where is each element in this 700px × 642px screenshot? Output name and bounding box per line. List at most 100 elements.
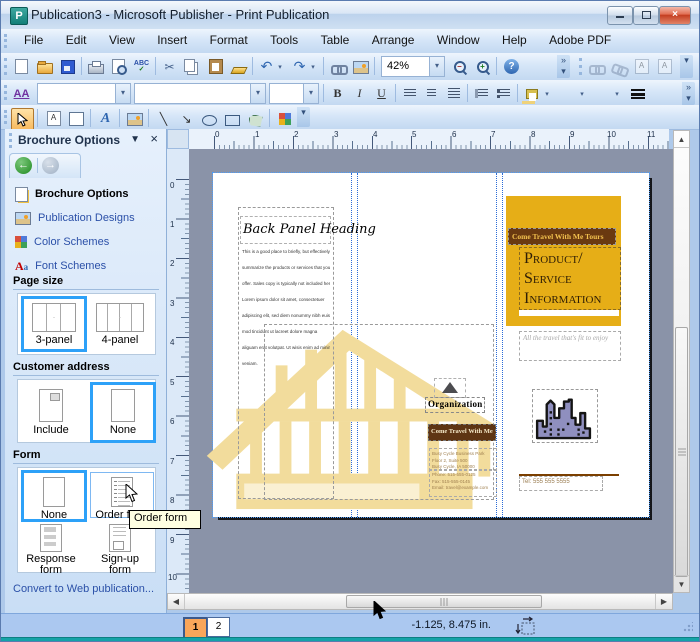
bold-button[interactable]: B	[327, 83, 348, 104]
front-tagline-box[interactable]: All the travel that's fit to enjoy	[519, 331, 621, 361]
copy-button[interactable]	[182, 56, 203, 77]
zoom-dropdown-arrow-icon[interactable]: ▾	[429, 57, 444, 76]
option-form-none[interactable]: None	[21, 470, 87, 522]
logo-placeholder-box[interactable]	[434, 378, 466, 398]
contact-text-box[interactable]: Phone: 515-555-0125 Fax: 515-555-0145 Em…	[429, 469, 497, 497]
insert-table-button[interactable]	[66, 108, 87, 129]
menu-arrange[interactable]: Arrange	[363, 29, 424, 47]
font-dropdown[interactable]: ▾	[134, 83, 266, 104]
toolbar-grip[interactable]	[4, 110, 10, 124]
horizontal-scrollbar[interactable]: ◀ ▶	[167, 593, 673, 610]
horizontal-ruler[interactable]: 0 1 2 3 4 5 6 7 8 9 10 11	[189, 129, 669, 150]
line-spacing-button[interactable]	[443, 83, 464, 104]
redo-button[interactable]: ↷	[289, 56, 310, 77]
option-none-address[interactable]: None	[90, 382, 156, 443]
rectangle-button[interactable]	[222, 108, 243, 129]
option-4-panel[interactable]: 4-panel	[90, 299, 150, 349]
paste-button[interactable]	[205, 56, 226, 77]
front-org-bar[interactable]: Come Travel With Me Tours	[508, 228, 616, 245]
task-pane-menu-button[interactable]: ▼	[130, 134, 140, 145]
save-button[interactable]	[57, 56, 78, 77]
menu-insert[interactable]: Insert	[148, 29, 196, 47]
menu-help[interactable]: Help	[493, 29, 536, 47]
break-forward-link-button[interactable]	[608, 56, 629, 77]
menu-tools[interactable]: Tools	[261, 29, 307, 47]
toolbar-grip[interactable]	[4, 85, 10, 100]
menu-view[interactable]: View	[100, 29, 144, 47]
arrow-button[interactable]: ↘	[176, 108, 197, 129]
oval-button[interactable]	[199, 108, 220, 129]
undo-button[interactable]: ↶	[256, 56, 277, 77]
next-text-box-button[interactable]: A	[654, 56, 675, 77]
insert-wordart-button[interactable]: A	[95, 108, 116, 129]
zoom-combobox[interactable]: 42% ▾	[381, 56, 445, 77]
redo-dropdown[interactable]: ▾	[308, 56, 318, 77]
nav-item-publication-designs[interactable]: Publication Designs	[15, 209, 135, 227]
fill-color-button[interactable]	[521, 83, 542, 104]
styles-button[interactable]: AA	[11, 83, 32, 104]
select-objects-button[interactable]	[11, 108, 34, 131]
nav-item-brochure-options[interactable]: Brochure Options	[15, 185, 129, 203]
scroll-right-button[interactable]: ▶	[655, 594, 672, 609]
toolbar-options-chevron[interactable]: » ▾	[557, 55, 570, 78]
zoom-in-button[interactable]: +	[472, 56, 493, 77]
fill-color-dropdown[interactable]: ▾	[542, 83, 552, 104]
autoshapes-button[interactable]	[245, 108, 266, 129]
front-logo-box[interactable]	[532, 389, 598, 443]
new-button[interactable]	[11, 56, 32, 77]
menu-edit[interactable]: Edit	[57, 29, 96, 47]
page-1-button[interactable]: 1	[183, 617, 208, 639]
center-tagline-bar[interactable]: Come Travel With Me	[428, 424, 496, 441]
open-button[interactable]	[34, 56, 55, 77]
help-button[interactable]: ?	[501, 56, 522, 77]
nav-item-color-schemes[interactable]: Color Schemes	[15, 233, 109, 251]
create-text-box-link-button[interactable]	[585, 56, 606, 77]
line-color-dropdown[interactable]: ▾	[577, 83, 587, 104]
address-text-box[interactable]: Busy Cycle Business Park Floor 2, Suite …	[429, 448, 497, 471]
font-size-dropdown[interactable]: ▾	[269, 83, 319, 104]
resize-grip[interactable]	[683, 622, 693, 632]
forward-button[interactable]: →	[42, 157, 59, 174]
line-style-button[interactable]	[627, 83, 648, 104]
text-box-button[interactable]: A	[43, 108, 64, 129]
font-color-dropdown[interactable]: ▾	[612, 83, 622, 104]
scroll-left-button[interactable]: ◀	[168, 594, 185, 609]
menu-format[interactable]: Format	[201, 29, 257, 47]
minimize-button[interactable]	[607, 6, 633, 25]
menu-window[interactable]: Window	[428, 29, 489, 47]
print-preview-button[interactable]	[108, 56, 129, 77]
insert-hyperlink-button[interactable]	[327, 56, 348, 77]
close-button[interactable]: ×	[659, 6, 691, 25]
front-phone-box[interactable]: Tel: 555 555 5555	[519, 476, 603, 491]
scroll-down-button[interactable]: ▼	[674, 575, 689, 592]
back-panel-heading-box[interactable]: Back Panel Heading	[240, 216, 376, 244]
scroll-up-button[interactable]: ▲	[674, 131, 689, 148]
previous-text-box-button[interactable]: A	[631, 56, 652, 77]
design-gallery-object-button[interactable]	[274, 108, 295, 129]
front-title-box[interactable]: Product/ Service Information	[519, 247, 621, 310]
numbering-button[interactable]	[471, 83, 492, 104]
back-button[interactable]: ←	[15, 157, 32, 174]
option-include[interactable]: Include	[21, 385, 81, 437]
toolbar-options-chevron[interactable]: ▾	[297, 107, 310, 127]
design-checker-button[interactable]	[350, 56, 371, 77]
publication-canvas[interactable]: Back Panel Heading This is a good place …	[189, 149, 673, 593]
italic-button[interactable]: I	[349, 83, 370, 104]
align-center-button[interactable]	[421, 83, 442, 104]
toolbar-options-chevron[interactable]: ▾	[680, 55, 693, 78]
task-pane-close-button[interactable]: ×	[150, 131, 158, 146]
cut-button[interactable]: ✂	[159, 56, 180, 77]
option-response-form[interactable]: Response form	[21, 520, 81, 576]
organization-name-box[interactable]: Organization	[425, 397, 485, 413]
print-button[interactable]	[85, 56, 106, 77]
task-pane-grip[interactable]	[9, 133, 15, 148]
menu-adobe-pdf[interactable]: Adobe PDF	[540, 29, 620, 47]
toolbar-grip[interactable]	[4, 34, 10, 48]
picture-frame-button[interactable]	[124, 108, 145, 129]
toolbar-options-chevron[interactable]: » ▾	[682, 82, 695, 105]
menu-table[interactable]: Table	[312, 29, 359, 47]
option-3-panel[interactable]: 3-panel	[21, 296, 87, 352]
convert-to-web-link[interactable]: Convert to Web publication...	[13, 583, 154, 595]
undo-dropdown[interactable]: ▾	[275, 56, 285, 77]
page-2-button[interactable]: 2	[207, 617, 230, 637]
